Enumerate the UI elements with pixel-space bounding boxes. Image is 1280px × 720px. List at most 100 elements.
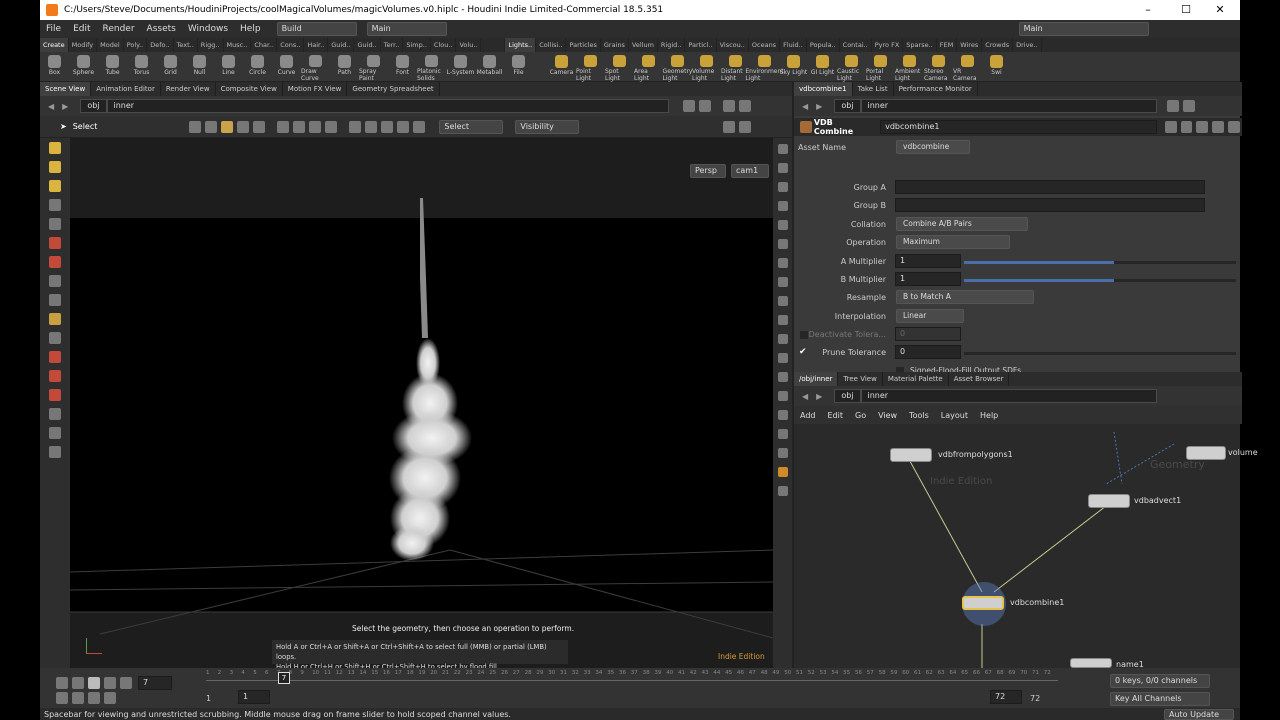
net-menu-2[interactable]: Go [849,411,872,420]
camera-dropdown[interactable]: cam1 [731,164,769,178]
primitive-numbers-icon[interactable] [777,353,788,363]
close-button[interactable]: ✕ [1204,0,1236,20]
net-forward-icon[interactable]: ▶ [816,392,822,401]
audio-icon[interactable] [72,692,84,704]
select-tool-icon[interactable] [49,142,61,154]
shelf-tab-right-15[interactable]: Wires [957,38,983,52]
view-tool-icon[interactable] [49,294,61,306]
grid-icon[interactable] [49,332,61,344]
loop-icon[interactable] [88,692,100,704]
snap-prim-icon[interactable] [49,370,61,382]
shelf-tab-4[interactable]: Defo.. [147,38,174,52]
handle-icon[interactable] [49,275,61,287]
light-tool-14[interactable]: VR Camera [953,52,982,82]
tool-6[interactable]: Line [214,52,243,82]
shelf-tab-0[interactable]: Create [40,38,69,52]
help-icon[interactable] [739,120,752,133]
settings-icon[interactable] [738,100,751,112]
back-arrow-icon[interactable]: ◀ [48,102,54,111]
net-menu-5[interactable]: Layout [935,411,974,420]
jump-start-icon[interactable] [56,677,68,689]
shelf-tab-6[interactable]: Rigg.. [198,38,224,52]
select-primitives-icon[interactable] [253,120,266,133]
b-multiplier-field[interactable]: 1 [895,272,961,286]
a-multiplier-field[interactable]: 1 [895,254,961,268]
shaded-icon[interactable] [777,182,788,192]
net-path-obj[interactable]: obj [834,389,861,403]
shelf-tab-7[interactable]: Musc.. [224,38,252,52]
tool-9[interactable]: Draw Curve [301,52,330,82]
snap-point-icon[interactable] [49,351,61,363]
realtime-icon[interactable] [56,692,68,704]
shelf-tab-right-8[interactable]: Oceans [749,38,781,52]
snapshot-icon[interactable] [777,448,788,458]
search-icon[interactable] [1196,121,1209,133]
shelf-tab-right-6[interactable]: Particl.. [685,38,717,52]
net-back-icon[interactable]: ◀ [802,392,808,401]
menu-assets[interactable]: Assets [141,24,182,34]
menu-edit[interactable]: Edit [67,24,96,34]
menu-help[interactable]: Help [234,24,267,34]
footprint-icon[interactable] [777,410,788,420]
help-icon[interactable] [1180,121,1193,133]
tool-1[interactable]: Sphere [69,52,98,82]
shelf-tab-right-5[interactable]: Rigid.. [658,38,686,52]
crown-icon[interactable] [413,120,426,133]
light-tool-2[interactable]: Spot Light [605,52,634,82]
pane-tab-0[interactable]: Scene View [40,82,92,96]
tool-12[interactable]: Font [388,52,417,82]
tool-0[interactable]: Box [40,52,69,82]
desktop-right-select[interactable]: Main [1018,22,1149,36]
param-pin-icon[interactable] [1166,100,1179,112]
lighting-icon[interactable] [777,201,788,211]
lasso-select-icon[interactable] [293,120,306,133]
shelf-tab-right-10[interactable]: Popula.. [807,38,840,52]
tool-10[interactable]: Path [330,52,359,82]
light-tool-9[interactable]: GI Light [808,52,837,82]
group-a-field[interactable] [895,180,1205,194]
tool-11[interactable]: Spray Paint [359,52,388,82]
path-obj[interactable]: obj [80,99,107,113]
prune-slider[interactable] [964,352,1236,355]
question-icon[interactable] [1228,121,1240,133]
node-name1[interactable] [1070,658,1112,668]
menu-render[interactable]: Render [97,24,141,34]
light-tool-0[interactable]: Camera [547,52,576,82]
play-reverse-icon[interactable] [72,677,84,689]
tool-4[interactable]: Grid [156,52,185,82]
end-frame[interactable]: 72 [1030,694,1040,703]
camera-icon[interactable] [49,427,61,439]
light-tool-3[interactable]: Area Light [634,52,663,82]
lock-tool-icon[interactable] [49,218,61,230]
shelf-tab-right-16[interactable]: Crowds [982,38,1014,52]
a-multiplier-track[interactable] [1114,261,1236,264]
background-icon[interactable] [777,220,788,230]
start-frame[interactable]: 1 [206,694,211,703]
path-node[interactable]: inner [106,99,669,113]
light-tool-1[interactable]: Point Light [576,52,605,82]
light-tool-7[interactable]: Environment Light [745,52,784,82]
shelf-tab-right-17[interactable]: Drive.. [1013,38,1042,52]
lock-icon[interactable] [723,120,736,133]
pane-tab-2[interactable]: Render View [161,82,216,96]
param-tab-1[interactable]: Take List [853,82,894,96]
magnet-icon[interactable] [49,237,61,249]
shelf-tab-16[interactable]: Volu.. [456,38,482,52]
shelf-tab-2[interactable]: Model [97,38,124,52]
desktop-main-select[interactable]: Main [366,22,447,36]
link-icon[interactable] [698,100,711,112]
pose-tool-icon[interactable] [49,199,61,211]
shelf-tab-12[interactable]: Guid.. [354,38,381,52]
collation-dropdown[interactable]: Combine A/B Pairs [896,217,1028,231]
shelf-tab-11[interactable]: Guid.. [328,38,355,52]
frame-marker[interactable]: 7 [278,672,290,684]
deactivate-field[interactable]: 0 [895,327,961,341]
shelf-tab-15[interactable]: Clou.. [431,38,457,52]
shelf-tab-right-4[interactable]: Vellum [629,38,658,52]
tool-8[interactable]: Curve [272,52,301,82]
shelf-tab-3[interactable]: Poly.. [124,38,148,52]
uv-icon[interactable] [777,334,788,344]
param-tab-0[interactable]: vdbcombine1 [794,82,853,96]
current-frame-field[interactable]: 7 [138,676,172,690]
prune-field[interactable]: 0 [895,345,961,359]
